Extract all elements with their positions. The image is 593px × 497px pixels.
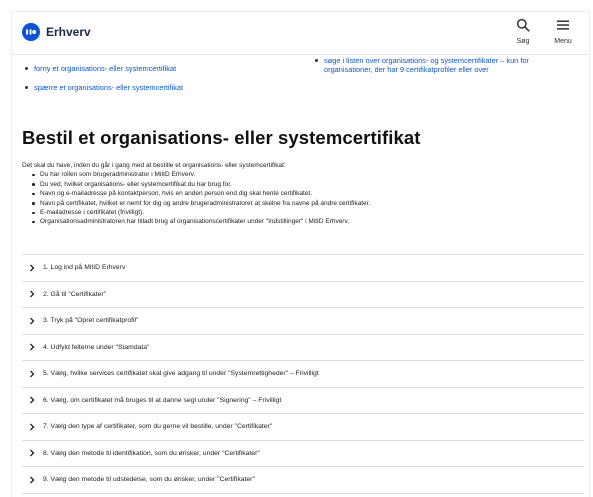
- link-renew-certificate[interactable]: forny et organisations- eller systemcert…: [24, 64, 284, 73]
- menu-label: Menu: [554, 38, 572, 45]
- requirement-item: Navn og e-mailadresse på kontaktperson, …: [32, 189, 582, 198]
- site-header: Erhverv Søg Menu: [12, 12, 589, 55]
- chevron-right-icon: [29, 449, 37, 457]
- menu-button[interactable]: Menu: [546, 18, 580, 45]
- search-button[interactable]: Søg: [506, 18, 540, 45]
- step-label: 5. Vælg, hvilke services certifikatet sk…: [43, 370, 319, 378]
- mitid-logo-icon: [22, 23, 40, 41]
- accordion-step-1[interactable]: 1. Log ind på MitID Erhverv: [22, 255, 584, 282]
- chevron-right-icon: [29, 290, 37, 298]
- related-links-right: søge i listen over organisations- og sys…: [314, 56, 576, 74]
- step-label: 2. Gå til "Certifikater": [43, 290, 106, 298]
- page-title: Bestil et organisations- eller systemcer…: [22, 127, 421, 148]
- chevron-right-icon: [29, 317, 37, 325]
- accordion-step-2[interactable]: 2. Gå til "Certifikater": [22, 282, 584, 308]
- chevron-right-icon: [29, 476, 37, 484]
- requirement-item: E-mailadresse i certifikatet (frivilligt…: [32, 208, 582, 217]
- requirements-intro: Det skal du have, inden du går i gang me…: [22, 162, 286, 169]
- hamburger-icon: [557, 20, 569, 30]
- link-revoke-certificate[interactable]: spærre et organisations- eller systemcer…: [24, 83, 284, 92]
- accordion-step-4[interactable]: 4. Udfyld felterne under "Stamdata": [22, 335, 584, 361]
- chevron-right-icon: [29, 370, 37, 378]
- accordion-step-3[interactable]: 3. Tryk på "Opret certifikatprofil": [22, 308, 584, 335]
- step-label: 4. Udfyld felterne under "Stamdata": [43, 343, 150, 351]
- requirement-item: Navn på certifikatet, hvilket er nemt fo…: [32, 199, 582, 208]
- search-label: Søg: [516, 38, 530, 45]
- chevron-right-icon: [29, 264, 37, 272]
- accordion-step-7[interactable]: 7. Vælg den type af certifikater, som du…: [22, 414, 584, 441]
- requirements-section: Det skal du have, inden du går i gang me…: [22, 161, 582, 227]
- related-links-left: forny et organisations- eller systemcert…: [24, 64, 284, 102]
- step-label: 8. Vælg den metode til identifikation, s…: [43, 449, 260, 457]
- step-label: 6. Vælg, om certifikatet må bruges til a…: [43, 396, 282, 404]
- brand-name: Erhverv: [46, 25, 91, 39]
- accordion-step-6[interactable]: 6. Vælg, om certifikatet må bruges til a…: [22, 388, 584, 414]
- chevron-right-icon: [29, 396, 37, 404]
- search-icon: [516, 18, 530, 32]
- step-label: 9. Vælg den metode til udstedelse, som d…: [43, 476, 255, 484]
- requirement-item: Du har rollen som brugeradministrator i …: [32, 170, 582, 179]
- chevron-right-icon: [29, 423, 37, 431]
- related-links: forny et organisations- eller systemcert…: [12, 54, 589, 104]
- mitid-erhverv-logo[interactable]: Erhverv: [22, 23, 91, 41]
- step-label: 3. Tryk på "Opret certifikatprofil": [43, 317, 139, 325]
- link-search-certificates[interactable]: søge i listen over organisations- og sys…: [314, 56, 576, 74]
- requirement-item: Organisationsadministratoren har tilladt…: [32, 217, 582, 226]
- accordion-step-9[interactable]: 9. Vælg den metode til udstedelse, som d…: [22, 467, 584, 494]
- requirements-list: Du har rollen som brugeradministrator i …: [22, 170, 582, 226]
- steps-accordion: 1. Log ind på MitID Erhverv 2. Gå til "C…: [22, 254, 584, 494]
- browser-viewport: Erhverv Søg Menu forny et organisations-…: [12, 12, 589, 497]
- chevron-right-icon: [29, 343, 37, 351]
- step-label: 7. Vælg den type af certifikater, som du…: [43, 423, 273, 431]
- step-label: 1. Log ind på MitID Erhverv: [43, 264, 126, 272]
- accordion-step-8[interactable]: 8. Vælg den metode til identifikation, s…: [22, 441, 584, 467]
- accordion-step-5[interactable]: 5. Vælg, hvilke services certifikatet sk…: [22, 361, 584, 388]
- requirement-item: Du ved, hvilket organisations- eller sys…: [32, 180, 582, 189]
